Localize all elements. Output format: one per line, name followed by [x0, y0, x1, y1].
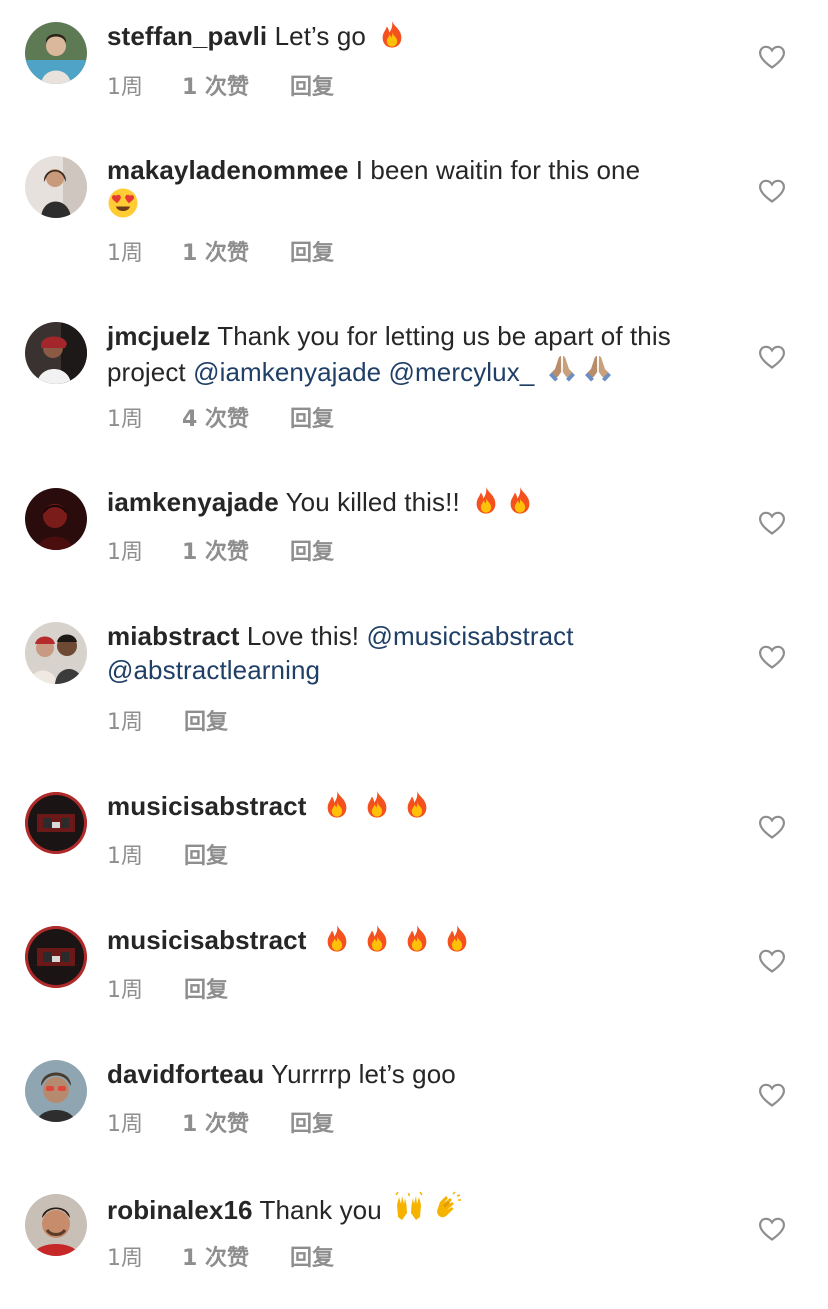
- comment-text: Thank you: [259, 1195, 382, 1225]
- avatar[interactable]: [25, 1194, 87, 1256]
- comment-body: iamkenyajade You killed this!!: [107, 485, 707, 519]
- reply-button[interactable]: 回复: [184, 704, 228, 736]
- comment-likes[interactable]: 1 次赞: [182, 69, 249, 101]
- comment-meta: 1周 回复: [107, 972, 228, 1004]
- fire-emoji: [471, 485, 501, 515]
- fire-emoji: [442, 923, 472, 953]
- heart-outline-icon[interactable]: [758, 1216, 786, 1242]
- heart-outline-icon[interactable]: [758, 344, 786, 370]
- comment-likes[interactable]: 1 次赞: [182, 235, 249, 267]
- heart-outline-icon[interactable]: [758, 814, 786, 840]
- reply-button[interactable]: 回复: [290, 1106, 334, 1138]
- comment-username[interactable]: musicisabstract: [107, 791, 306, 821]
- mention-link[interactable]: @iamkenyajade: [193, 357, 381, 387]
- comment-body: makayladenommee I been waitin for this o…: [107, 153, 707, 223]
- avatar[interactable]: [25, 488, 87, 550]
- comment-body: jmcjuelz Thank you for letting us be apa…: [107, 319, 707, 389]
- comment-meta: 1周 1 次赞 回复: [107, 69, 334, 101]
- heart-outline-icon[interactable]: [758, 1082, 786, 1108]
- heart-eyes-emoji: [107, 187, 139, 219]
- comment-username[interactable]: makayladenommee: [107, 155, 348, 185]
- comment-time: 1周: [107, 241, 143, 266]
- avatar[interactable]: [25, 156, 87, 218]
- comment-body: robinalex16 Thank you: [107, 1191, 707, 1227]
- comment-likes[interactable]: 4 次赞: [182, 401, 249, 433]
- comment-meta: 1周 4 次赞 回复: [107, 401, 334, 433]
- comment-time: 1周: [107, 710, 143, 735]
- comment-username[interactable]: davidforteau: [107, 1059, 264, 1089]
- comment-username[interactable]: jmcjuelz: [107, 321, 210, 351]
- avatar[interactable]: [25, 622, 87, 684]
- avatar[interactable]: [25, 322, 87, 384]
- fire-emoji: [402, 789, 432, 819]
- heart-outline-icon[interactable]: [758, 948, 786, 974]
- comment-username[interactable]: musicisabstract: [107, 925, 306, 955]
- comment-meta: 1周 1 次赞 回复: [107, 1106, 334, 1138]
- reply-button[interactable]: 回复: [184, 972, 228, 1004]
- mention-link[interactable]: @musicisabstract: [366, 621, 573, 651]
- heart-outline-icon[interactable]: [758, 44, 786, 70]
- raised-hands-emoji: [393, 1191, 425, 1223]
- comment-likes[interactable]: 1 次赞: [182, 1106, 249, 1138]
- comment-meta: 1周 回复: [107, 704, 228, 736]
- reply-button[interactable]: 回复: [290, 534, 334, 566]
- comment-time: 1周: [107, 1112, 143, 1137]
- heart-outline-icon[interactable]: [758, 510, 786, 536]
- fire-emoji: [377, 19, 407, 49]
- avatar[interactable]: [25, 1060, 87, 1122]
- avatar[interactable]: [25, 926, 87, 988]
- pray-emoji: [582, 353, 614, 385]
- comment-time: 1周: [107, 540, 143, 565]
- reply-button[interactable]: 回复: [184, 838, 228, 870]
- comment-time: 1周: [107, 1246, 143, 1271]
- comment-likes[interactable]: 1 次赞: [182, 1240, 249, 1272]
- pray-emoji: [546, 353, 578, 385]
- comment-likes[interactable]: 1 次赞: [182, 534, 249, 566]
- fire-emoji: [505, 485, 535, 515]
- comment-meta: 1周 1 次赞 回复: [107, 235, 334, 267]
- comment-text: You killed this!!: [285, 487, 460, 517]
- heart-outline-icon[interactable]: [758, 178, 786, 204]
- fire-emoji: [362, 789, 392, 819]
- avatar[interactable]: [25, 22, 87, 84]
- comment-body: musicisabstract: [107, 923, 707, 957]
- comment-text: Yurrrrp let’s goo: [271, 1059, 456, 1089]
- comment-body: davidforteau Yurrrrp let’s goo: [107, 1057, 707, 1091]
- fire-emoji: [402, 923, 432, 953]
- comment-text: I been waitin for this one: [355, 155, 641, 185]
- comment-username[interactable]: robinalex16: [107, 1195, 253, 1225]
- comment-username[interactable]: iamkenyajade: [107, 487, 279, 517]
- heart-outline-icon[interactable]: [758, 644, 786, 670]
- mention-link[interactable]: @abstractlearning: [107, 655, 320, 685]
- comment-time: 1周: [107, 407, 143, 432]
- comment-time: 1周: [107, 844, 143, 869]
- comment-time: 1周: [107, 978, 143, 1003]
- fire-emoji: [362, 923, 392, 953]
- comment-meta: 1周 1 次赞 回复: [107, 534, 334, 566]
- comment-username[interactable]: miabstract: [107, 621, 240, 651]
- comment-body: musicisabstract: [107, 789, 707, 823]
- comment-text: Love this!: [246, 621, 360, 651]
- avatar[interactable]: [25, 792, 87, 854]
- fire-emoji: [322, 923, 352, 953]
- comment-username[interactable]: steffan_pavli: [107, 21, 267, 51]
- comment-meta: 1周 1 次赞 回复: [107, 1240, 334, 1272]
- reply-button[interactable]: 回复: [290, 401, 334, 433]
- reply-button[interactable]: 回复: [290, 1240, 334, 1272]
- reply-button[interactable]: 回复: [290, 69, 334, 101]
- comment-time: 1周: [107, 75, 143, 100]
- fire-emoji: [322, 789, 352, 819]
- clapping-hands-emoji: [431, 1191, 463, 1223]
- mention-link[interactable]: @mercylux_: [389, 357, 535, 387]
- comment-meta: 1周 回复: [107, 838, 228, 870]
- comment-text: Let’s go: [274, 21, 366, 51]
- reply-button[interactable]: 回复: [290, 235, 334, 267]
- comment-body: steffan_pavli Let’s go: [107, 19, 707, 53]
- comment-body: miabstract Love this! @musicisabstract @…: [107, 619, 707, 687]
